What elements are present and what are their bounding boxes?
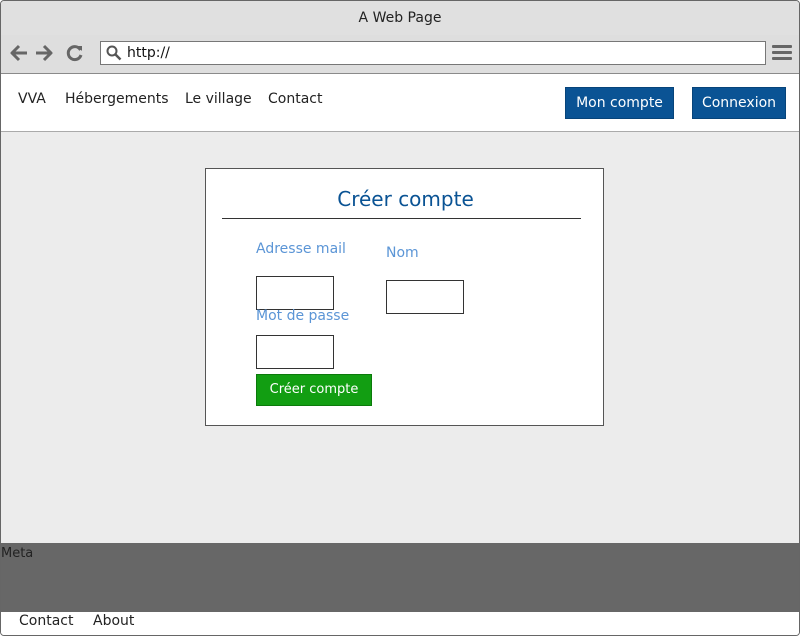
- title-divider: [222, 218, 581, 219]
- email-label: Adresse mail: [256, 241, 346, 257]
- email-field[interactable]: [256, 276, 334, 310]
- window-title: A Web Page: [1, 1, 799, 36]
- nav-link-village[interactable]: Le village: [185, 91, 252, 107]
- nav-link-contact[interactable]: Contact: [268, 91, 322, 107]
- name-field[interactable]: [386, 280, 464, 314]
- form-title: Créer compte: [337, 187, 474, 211]
- create-account-button[interactable]: Créer compte: [256, 374, 372, 406]
- footer: Contact About: [1, 612, 799, 635]
- arrow-left-icon[interactable]: [9, 43, 29, 63]
- nav-link-hebergements[interactable]: Hébergements: [65, 91, 169, 107]
- url-text: http://: [127, 45, 170, 61]
- password-label: Mot de passe: [256, 308, 350, 324]
- nav-link-vva[interactable]: VVA: [18, 91, 46, 107]
- address-bar[interactable]: http://: [100, 41, 766, 65]
- search-icon: [106, 45, 122, 61]
- signup-card: Créer compte Adresse mail Nom Mot de pas…: [205, 168, 604, 426]
- login-button[interactable]: Connexion: [692, 87, 786, 119]
- footer-link-about[interactable]: About: [93, 613, 134, 629]
- main-content: Créer compte Adresse mail Nom Mot de pas…: [1, 132, 799, 543]
- browser-window: A Web Page http:// VVA Hébergements Le v…: [0, 0, 800, 636]
- meta-label: Meta: [1, 546, 34, 561]
- reload-icon[interactable]: [65, 43, 85, 63]
- browser-toolbar: http://: [1, 35, 799, 75]
- password-field[interactable]: [256, 335, 334, 369]
- account-button[interactable]: Mon compte: [565, 87, 674, 119]
- hamburger-menu-icon[interactable]: [772, 45, 792, 61]
- footer-link-contact[interactable]: Contact: [19, 613, 73, 629]
- site-navbar: VVA Hébergements Le village Contact Mon …: [1, 74, 799, 132]
- name-label: Nom: [386, 245, 419, 261]
- arrow-right-icon[interactable]: [34, 43, 54, 63]
- meta-section: Meta: [1, 543, 799, 612]
